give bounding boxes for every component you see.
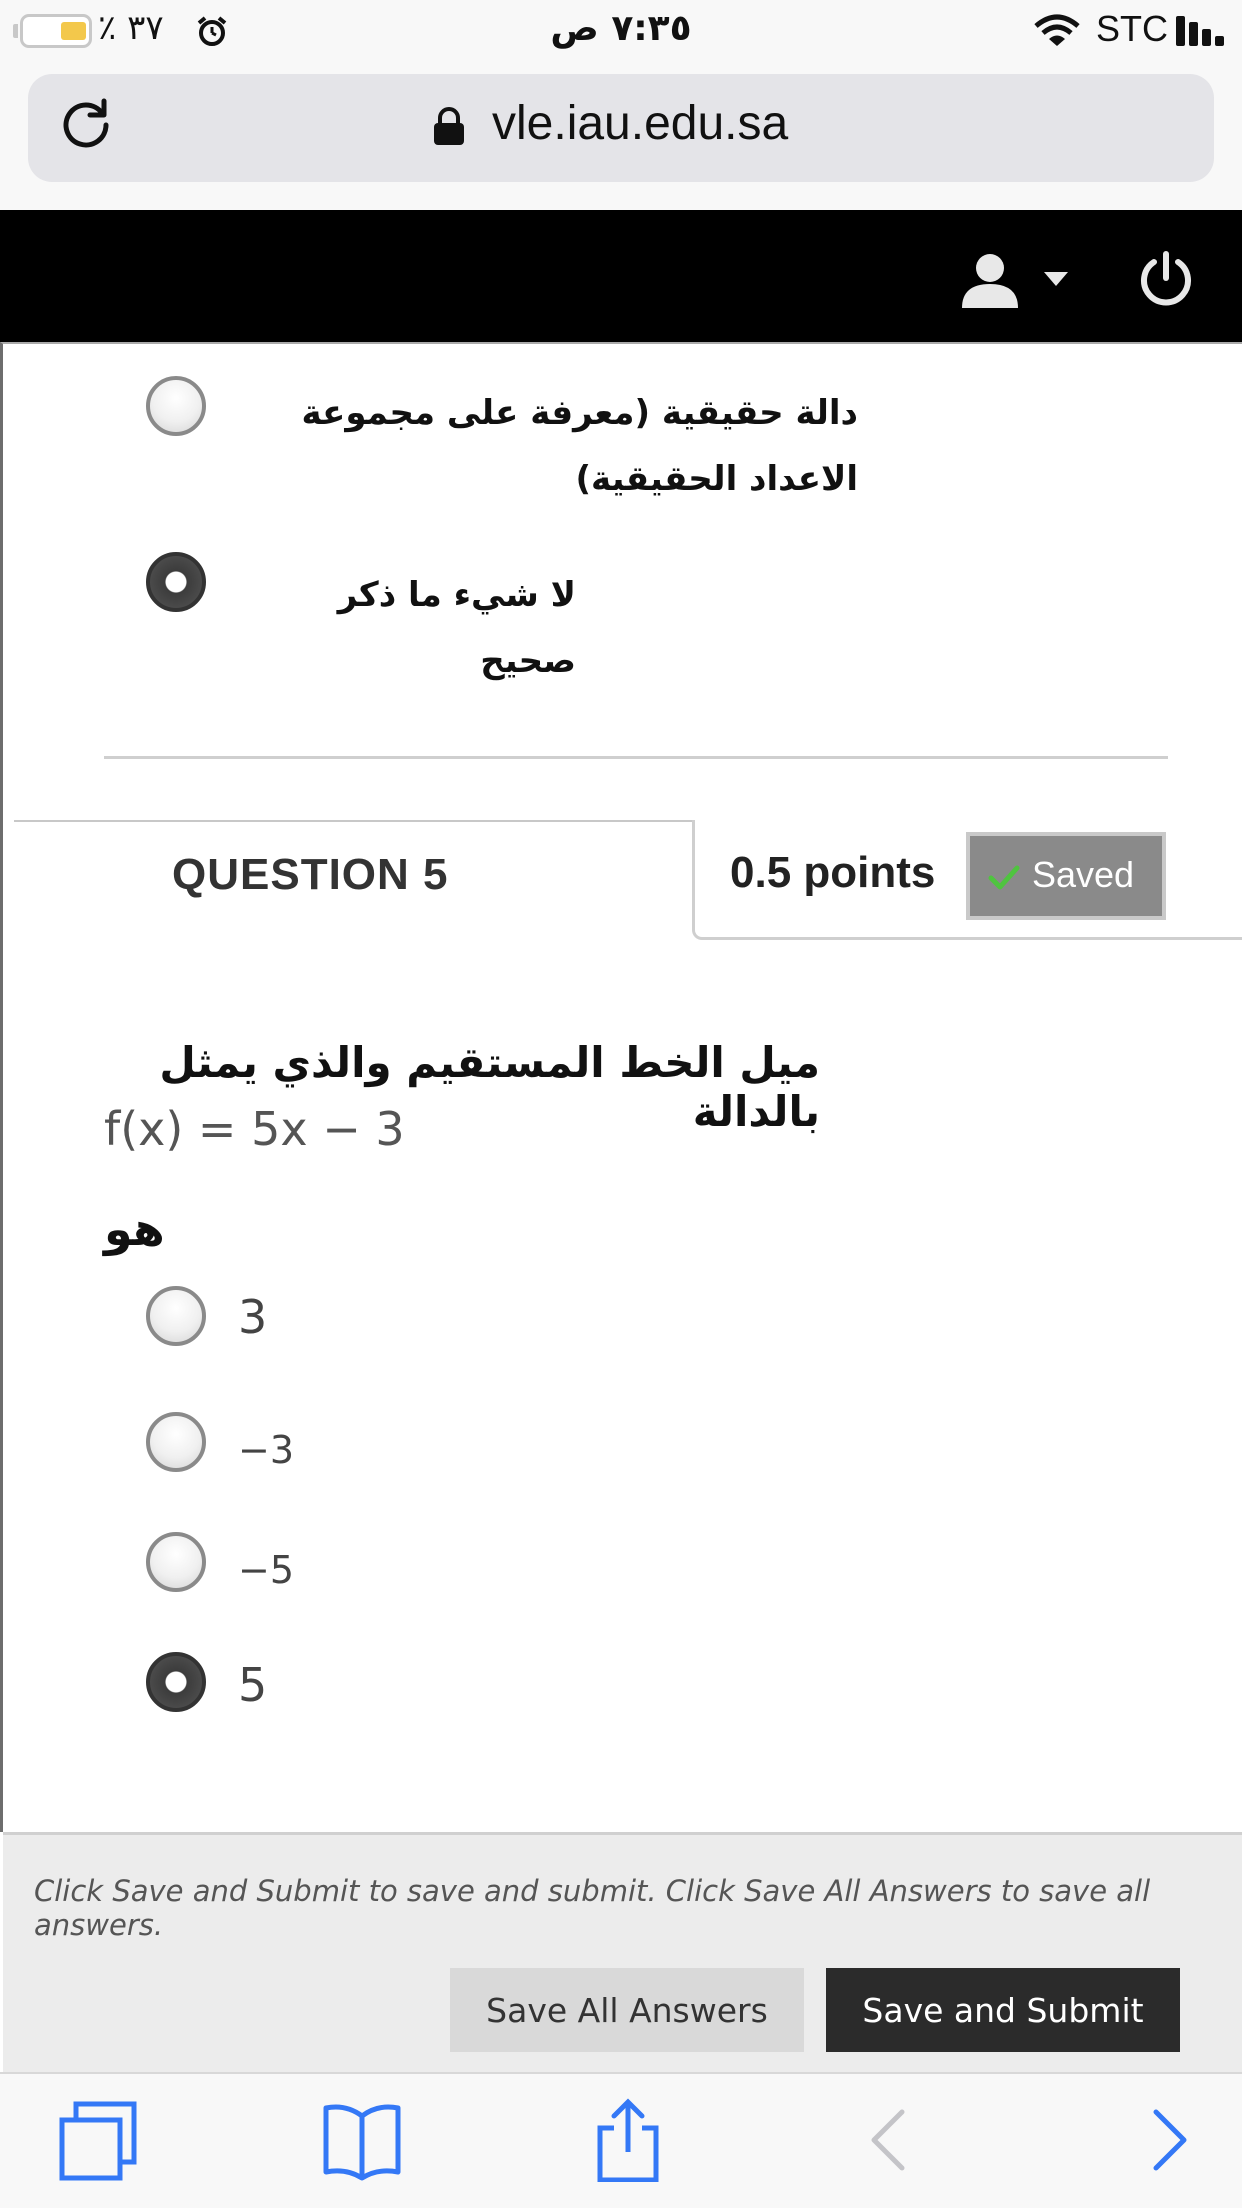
question-formula: f(x) = 5x − 3 — [104, 1102, 405, 1156]
reload-icon[interactable] — [58, 95, 114, 151]
bookmarks-icon[interactable] — [320, 2098, 404, 2182]
answer-radio-4[interactable] — [146, 1652, 206, 1712]
question-title: QUESTION 5 — [172, 850, 449, 899]
saved-status-text: Saved — [1032, 854, 1135, 895]
question-text-end: هو — [104, 1202, 165, 1256]
save-all-answers-button[interactable]: Save All Answers — [450, 1968, 804, 2052]
forward-icon[interactable] — [1126, 2098, 1210, 2182]
user-menu-icon[interactable] — [960, 250, 1072, 310]
back-icon[interactable] — [848, 2098, 932, 2182]
answer-radio-1[interactable] — [146, 1286, 206, 1346]
carrier-name: STC — [1096, 8, 1168, 49]
tabs-icon[interactable] — [56, 2098, 140, 2182]
prev-option-label-1: دالة حقيقية (معرفة على مجموعة الاعداد ال… — [301, 393, 858, 499]
lock-icon — [434, 107, 464, 145]
saved-status-badge: Saved — [966, 832, 1166, 920]
save-and-submit-button[interactable]: Save and Submit — [826, 1968, 1180, 2052]
answer-label-4: 5 — [238, 1658, 268, 1712]
answer-label-1: 3 — [238, 1290, 268, 1344]
prev-option-label-2: لا شيء ما ذكر صحيح — [337, 575, 576, 681]
submit-help-text: Click Save and Submit to save and submit… — [34, 1874, 1151, 1942]
answer-label-2: −3 — [238, 1428, 295, 1472]
answer-radio-2[interactable] — [146, 1412, 206, 1472]
power-icon[interactable] — [1138, 250, 1194, 306]
signal-icon — [1176, 16, 1224, 46]
wifi-icon — [1034, 14, 1080, 46]
url-text[interactable]: vle.iau.edu.sa — [492, 96, 788, 151]
question-points: 0.5 points — [730, 848, 936, 897]
answer-label-3: −5 — [238, 1548, 295, 1592]
check-icon — [988, 865, 1020, 890]
status-bar: ٪ ٣٧ ٧:٣٥ ص STC — [0, 0, 1242, 62]
prev-option-radio-1[interactable] — [146, 376, 206, 436]
answer-radio-3[interactable] — [146, 1532, 206, 1592]
prev-option-radio-2[interactable] — [146, 552, 206, 612]
share-icon[interactable] — [586, 2098, 670, 2182]
question-separator — [104, 756, 1168, 759]
